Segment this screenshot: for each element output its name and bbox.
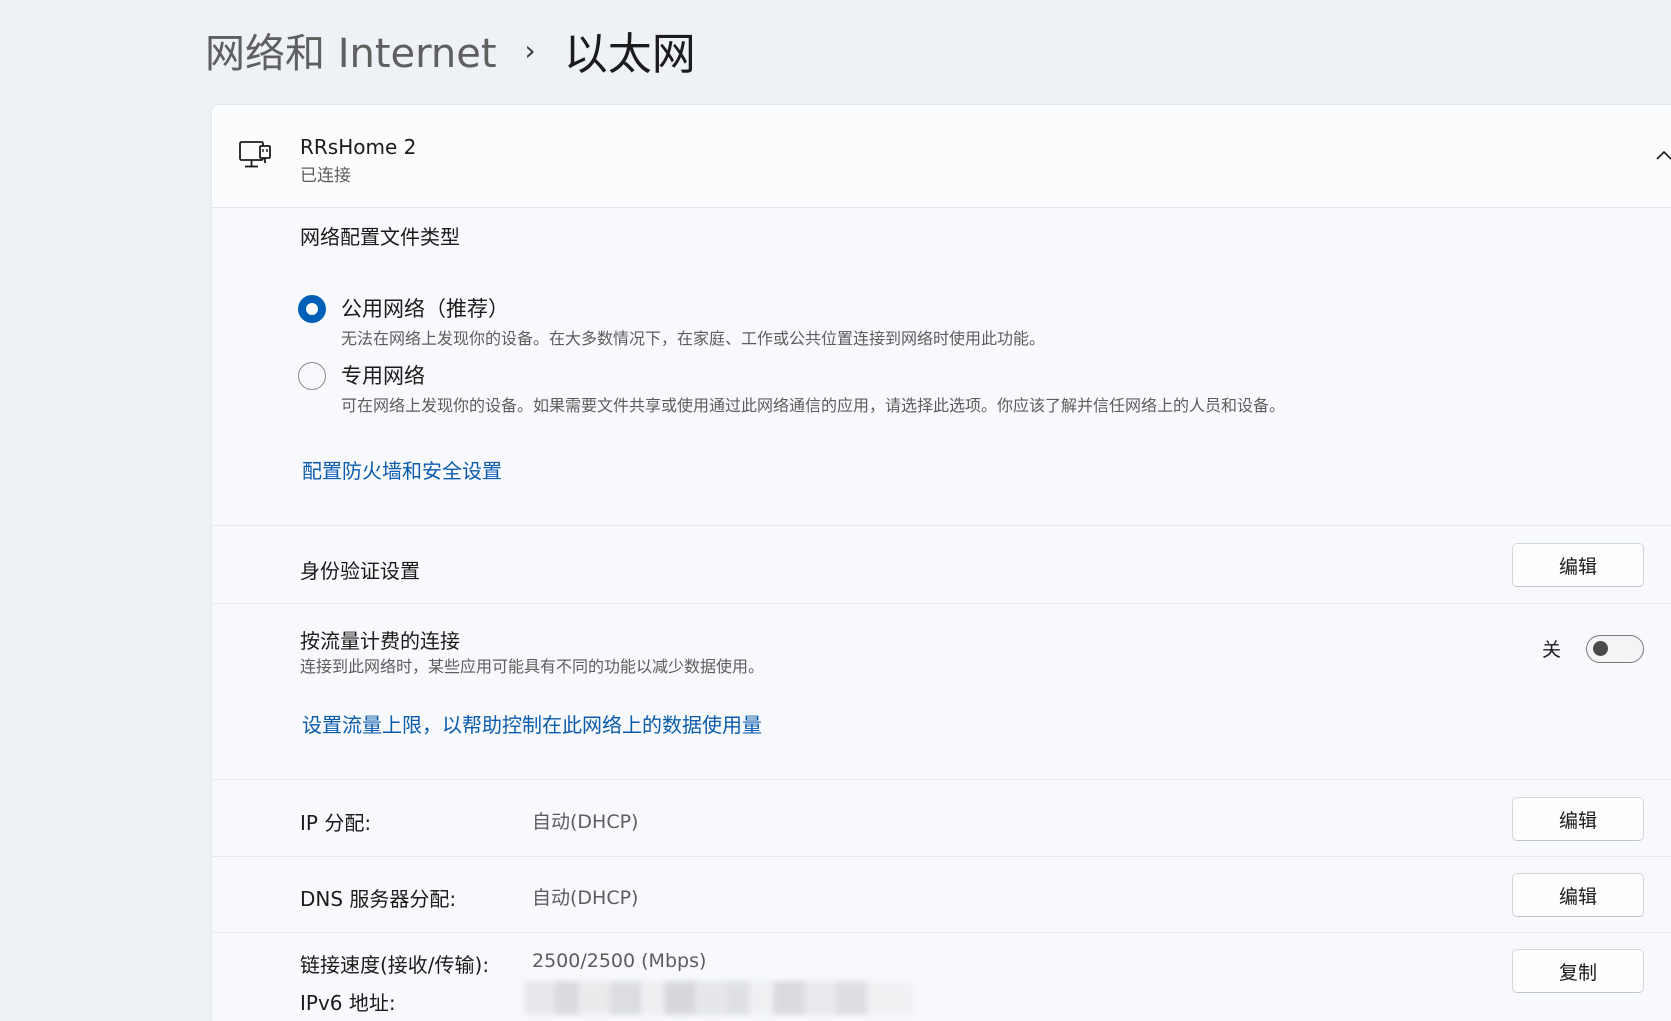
metered-toggle-group: 关: [212, 635, 1671, 665]
divider: [212, 603, 1671, 604]
auth-edit-button[interactable]: 编辑: [1512, 543, 1644, 587]
metered-connection-toggle[interactable]: [1586, 635, 1644, 663]
toggle-knob: [1593, 641, 1608, 656]
divider: [212, 932, 1671, 933]
radio-public-network[interactable]: 公用网络（推荐） 无法在网络上发现你的设备。在大多数情况下，在家庭、工作或公共位…: [298, 293, 1598, 353]
toggle-state-label: 关: [1542, 639, 1562, 661]
ip-edit-button[interactable]: 编辑: [1512, 797, 1644, 841]
link-speed-label: 链接速度(接收/传输):: [300, 953, 490, 977]
profile-type-title: 网络配置文件类型: [300, 225, 460, 249]
breadcrumb-parent-link[interactable]: 网络和 Internet: [205, 21, 497, 79]
radio-private-network[interactable]: 专用网络 可在网络上发现你的设备。如果需要文件共享或使用通过此网络通信的应用，请…: [298, 360, 1598, 420]
ip-assignment-label: IP 分配:: [300, 811, 372, 835]
page-title: 以太网: [563, 29, 696, 80]
network-header[interactable]: RRsHome 2 已连接: [212, 105, 1671, 208]
radio-desc-public: 无法在网络上发现你的设备。在大多数情况下，在家庭、工作或公共位置连接到网络时使用…: [341, 329, 1046, 348]
radio-button-unselected[interactable]: [298, 362, 326, 390]
dns-assignment-value: 自动(DHCP): [532, 887, 639, 909]
divider: [212, 779, 1671, 780]
ipv6-address-label: IPv6 地址:: [300, 991, 396, 1015]
auth-settings-label: 身份验证设置: [300, 559, 420, 583]
divider: [212, 525, 1671, 526]
radio-desc-private: 可在网络上发现你的设备。如果需要文件共享或使用通过此网络通信的应用，请选择此选项…: [341, 396, 1286, 415]
radio-label-private: 专用网络: [341, 364, 425, 388]
breadcrumb: 网络和 Internet › 以太网: [205, 20, 696, 80]
ethernet-settings-card: RRsHome 2 已连接 网络配置文件类型 公用网络（推荐） 无法在网络上发现…: [211, 104, 1671, 1021]
link-speed-value: 2500/2500 (Mbps): [532, 950, 707, 972]
firewall-settings-link[interactable]: 配置防火墙和安全设置: [302, 455, 502, 484]
divider: [212, 856, 1671, 857]
data-limit-link[interactable]: 设置流量上限，以帮助控制在此网络上的数据使用量: [302, 709, 762, 738]
chevron-right-icon: ›: [524, 33, 536, 67]
network-name: RRsHome 2: [300, 135, 417, 159]
chevron-up-icon[interactable]: [1652, 143, 1671, 167]
radio-label-public: 公用网络（推荐）: [341, 297, 509, 321]
dns-edit-button[interactable]: 编辑: [1512, 873, 1644, 917]
network-status: 已连接: [300, 166, 351, 186]
copy-properties-button[interactable]: 复制: [1512, 949, 1644, 993]
radio-button-selected[interactable]: [298, 295, 326, 323]
ip-assignment-value: 自动(DHCP): [532, 811, 639, 833]
ipv6-address-redacted: [524, 981, 914, 1015]
ethernet-icon: [239, 141, 271, 168]
dns-assignment-label: DNS 服务器分配:: [300, 887, 457, 911]
